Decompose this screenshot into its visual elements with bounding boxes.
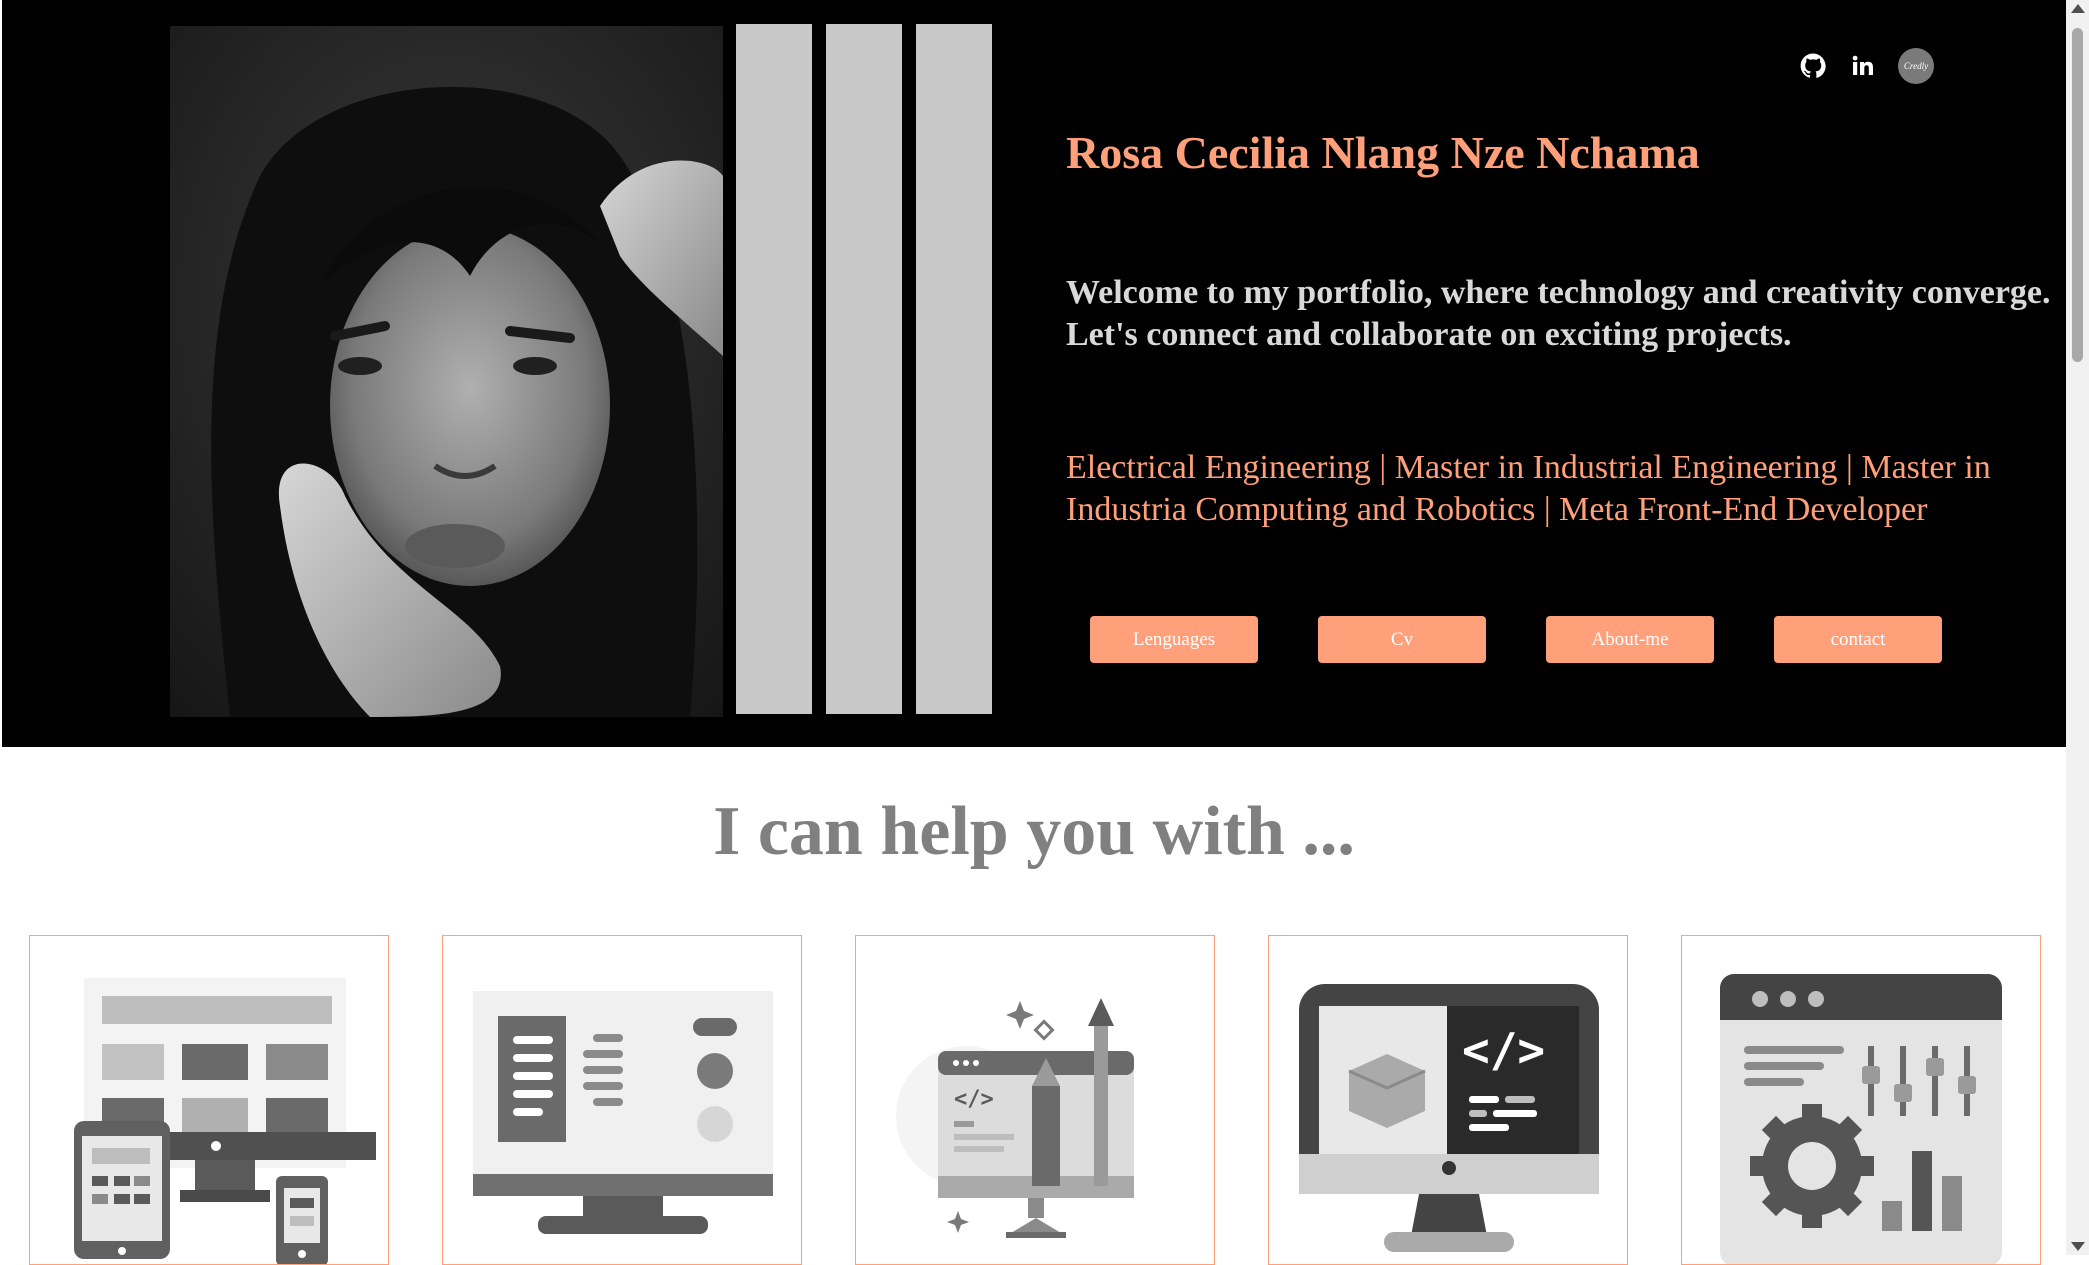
service-card[interactable]	[1681, 935, 2041, 1265]
svg-text:</>: </>	[954, 1087, 994, 1112]
hero-section: Credly Rosa Cecilia Nlang Nze Nchama Wel…	[2, 0, 2066, 747]
scroll-down-icon[interactable]	[2071, 1242, 2085, 1251]
hero-welcome: Welcome to my portfolio, where technolog…	[1066, 274, 2051, 353]
decorative-bar	[736, 24, 812, 714]
credly-label: Credly	[1903, 61, 1929, 71]
scroll-up-icon[interactable]	[2071, 4, 2085, 13]
profile-photo	[170, 26, 723, 717]
decorative-bar	[826, 24, 902, 714]
page: Credly Rosa Cecilia Nlang Nze Nchama Wel…	[2, 0, 2066, 1265]
service-card[interactable]	[29, 935, 389, 1265]
about-me-button[interactable]: About-me	[1546, 616, 1714, 663]
hero-tagline: Electrical Engineering | Master in Indus…	[1066, 449, 1991, 528]
decorative-bar	[916, 24, 992, 714]
hero-name: Rosa Cecilia Nlang Nze Nchama	[1066, 127, 1700, 178]
responsive-design-icon	[74, 978, 376, 1264]
svg-text:</>: </>	[1462, 1023, 1545, 1077]
service-card[interactable]: </>	[855, 935, 1215, 1265]
creative-coding-icon: </>	[896, 998, 1134, 1238]
services-title: I can help you with ...	[713, 793, 1355, 870]
github-icon[interactable]	[1798, 51, 1828, 81]
social-links: Credly	[1798, 48, 1934, 84]
scrollbar-thumb[interactable]	[2072, 28, 2083, 362]
web-development-icon: </>	[1299, 984, 1599, 1252]
service-card[interactable]: </>	[1268, 935, 1628, 1265]
cv-button[interactable]: Cv	[1318, 616, 1486, 663]
web-settings-icon	[1720, 974, 2002, 1264]
contact-button[interactable]: contact	[1774, 616, 1942, 663]
vertical-scrollbar[interactable]	[2066, 0, 2089, 1255]
linkedin-icon[interactable]	[1848, 51, 1878, 81]
ui-design-icon	[473, 991, 773, 1234]
languages-button[interactable]: Lenguages	[1090, 616, 1258, 663]
service-card[interactable]	[442, 935, 802, 1265]
credly-icon[interactable]: Credly	[1898, 48, 1934, 84]
